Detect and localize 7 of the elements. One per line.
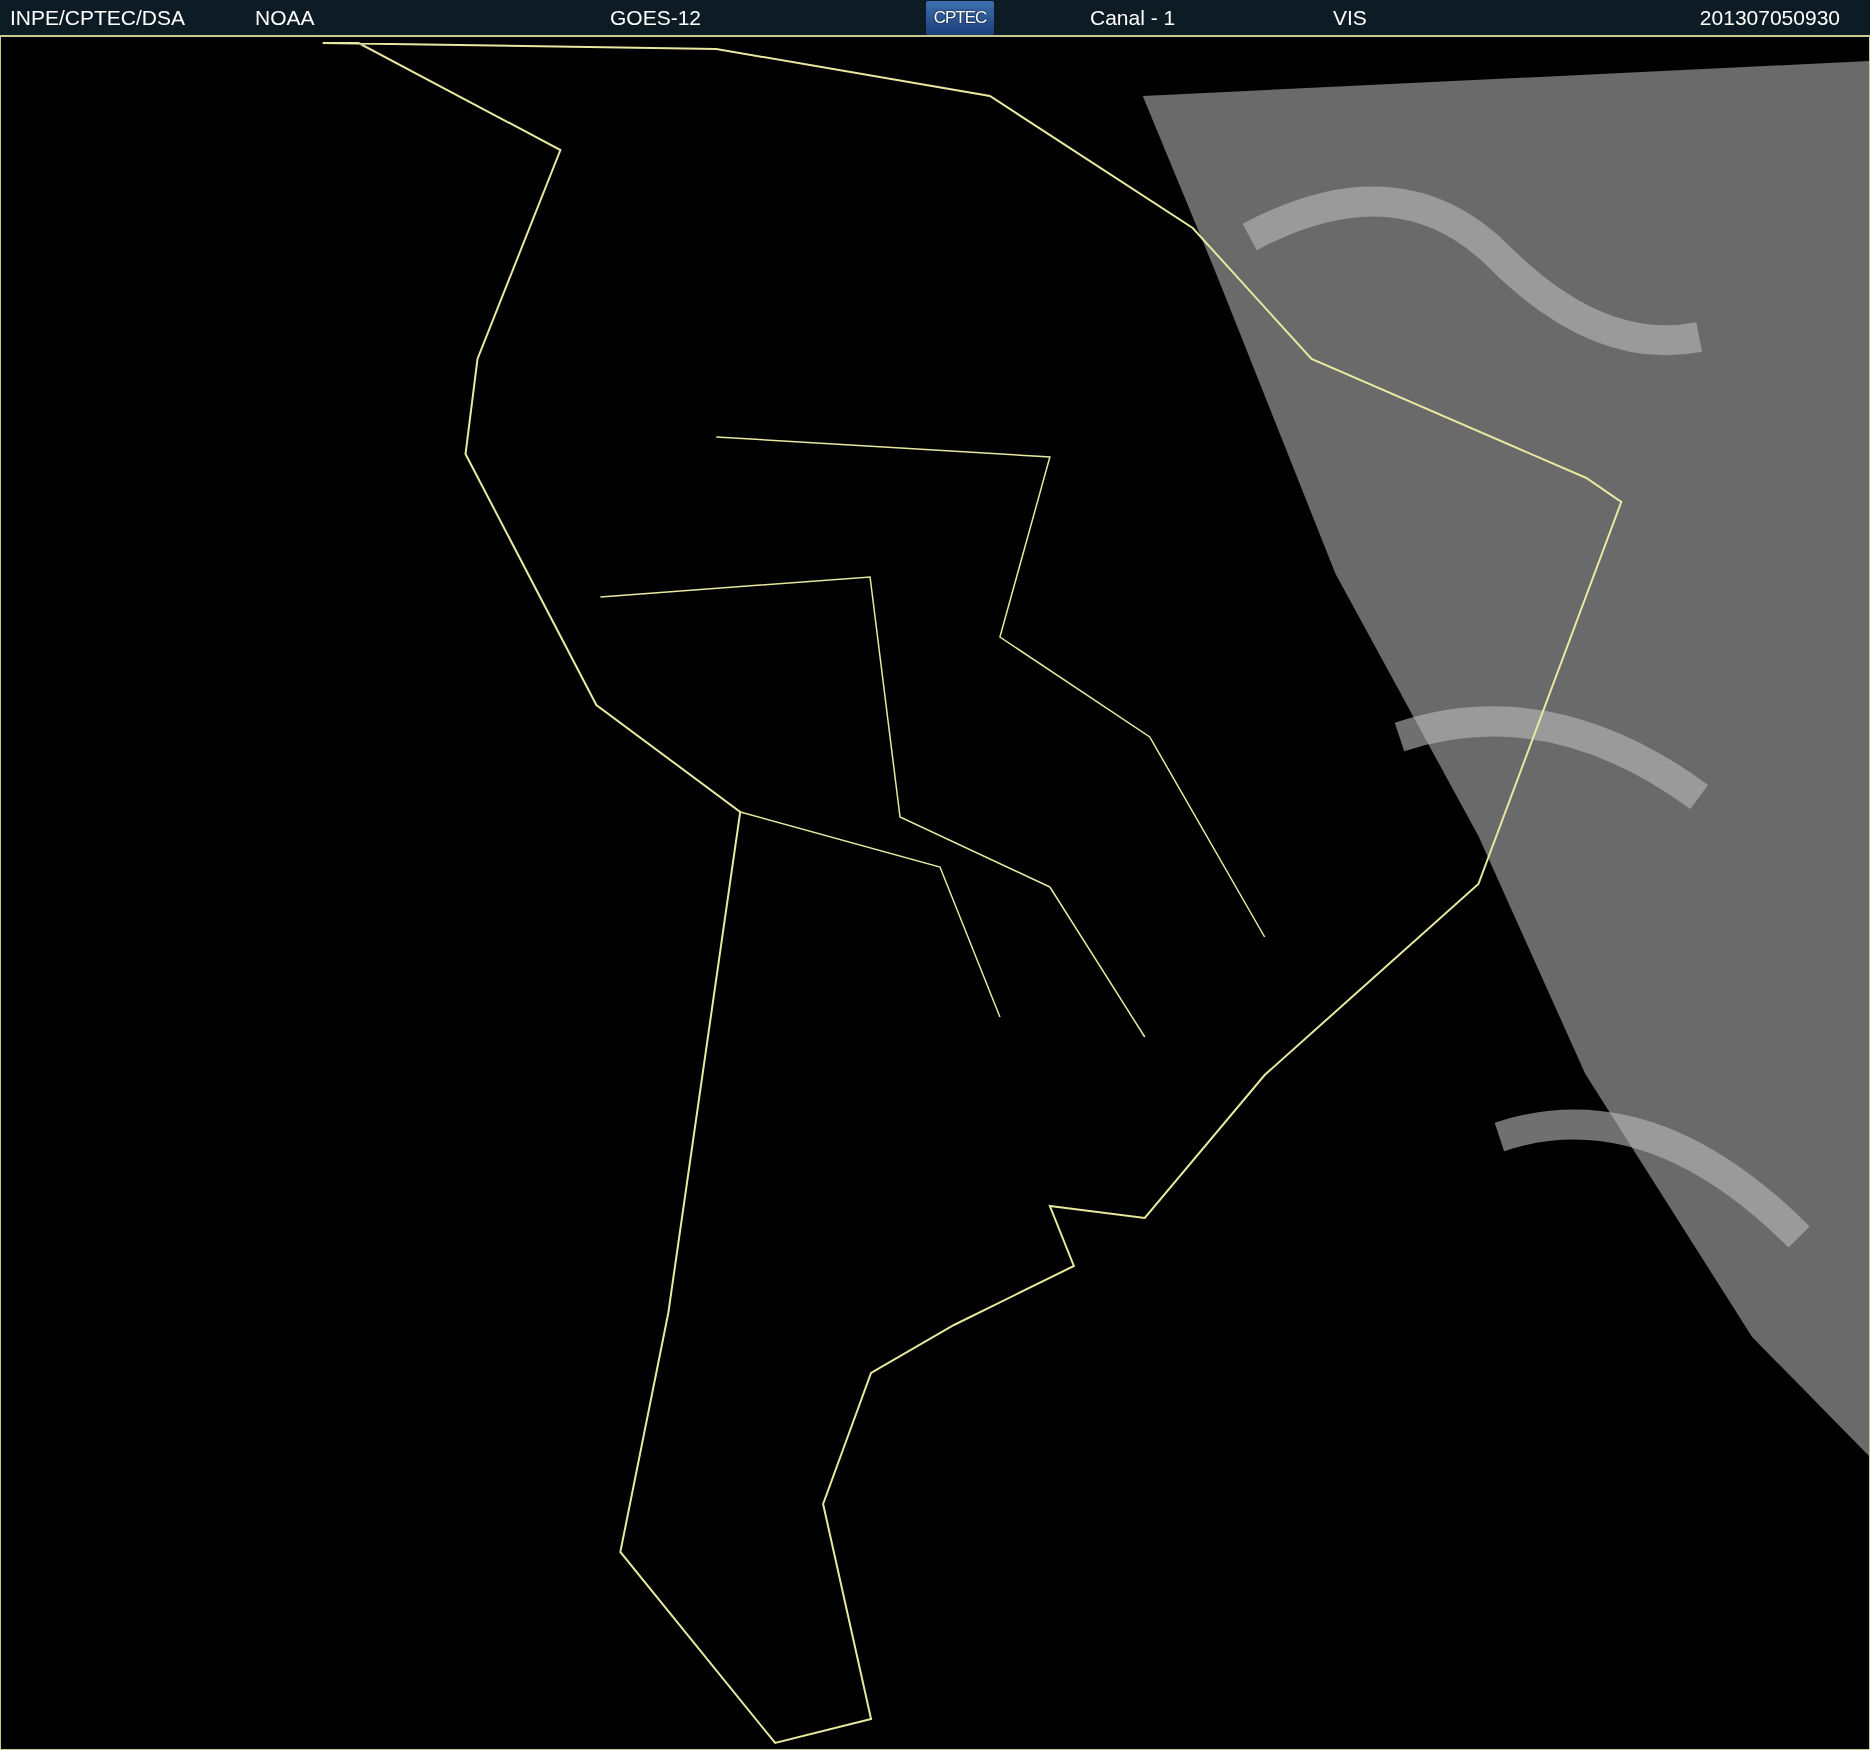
logo: CPTEC	[926, 0, 994, 35]
header-label: VIS	[1333, 5, 1367, 30]
header-label: INPE/CPTEC/DSA	[10, 5, 186, 30]
header-label: NOAA	[255, 5, 315, 30]
header-label: GOES-12	[610, 5, 702, 30]
header-label: Canal - 1	[1090, 5, 1176, 30]
header-label: 201307050930	[1699, 5, 1840, 30]
